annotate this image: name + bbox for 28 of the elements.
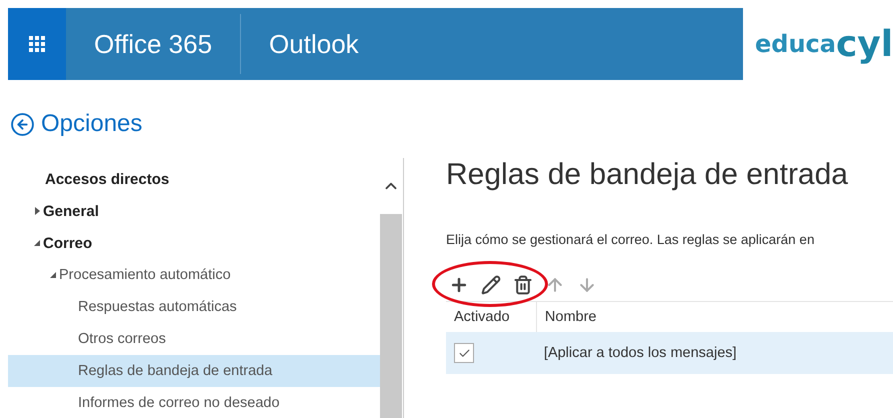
waffle-icon xyxy=(29,36,45,52)
sidebar-item[interactable]: General xyxy=(8,195,380,227)
logo: educacyl xyxy=(743,8,893,80)
sidebar-item[interactable]: Reglas de bandeja de entrada xyxy=(8,355,380,387)
pencil-icon xyxy=(481,275,501,295)
trash-icon xyxy=(513,275,533,295)
description: Elija cómo se gestionará el correo. Las reglas se aplicarán en xyxy=(446,232,816,247)
column-header[interactable]: Activado xyxy=(446,302,536,332)
add-icon xyxy=(449,275,469,295)
table-row[interactable]: [Aplicar a todos los mensajes] xyxy=(446,332,893,374)
check-icon xyxy=(458,346,470,360)
brand-title[interactable]: Office 365 xyxy=(66,8,240,80)
sidebar-item[interactable]: Otros correos xyxy=(8,323,380,355)
app-title[interactable]: Outlook xyxy=(241,8,387,80)
section-title: Reglas de bandeja de entrada xyxy=(446,158,849,192)
expanded-triangle-icon[interactable] xyxy=(49,271,57,279)
page-title: Opciones xyxy=(41,110,142,138)
collapsed-triangle-icon[interactable] xyxy=(33,207,41,215)
app-launcher-button[interactable] xyxy=(8,8,66,80)
sidebar-item[interactable]: Correo xyxy=(8,227,380,259)
back-icon[interactable] xyxy=(10,112,35,136)
sidebar-item[interactable]: Informes de correo no deseado xyxy=(8,387,380,418)
sidebar-item[interactable]: Procesamiento automático xyxy=(8,259,380,291)
expanded-triangle-icon[interactable] xyxy=(33,239,41,247)
table-cell: [Aplicar a todos los mensajes] xyxy=(544,345,737,361)
sidebar-item[interactable]: Respuestas automáticas xyxy=(8,291,380,323)
sidebar-item[interactable]: Accesos directos xyxy=(8,163,380,195)
checkbox[interactable] xyxy=(454,343,474,363)
